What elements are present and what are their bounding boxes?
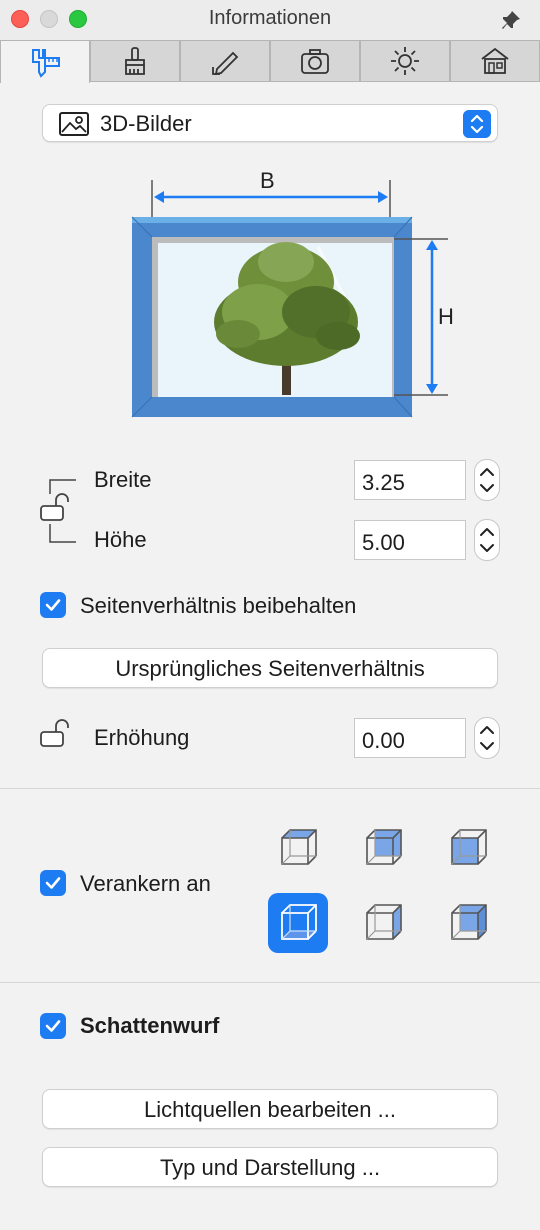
keep-ratio-label: Seitenverhältnis beibehalten [80, 593, 357, 618]
edit-lights-button[interactable]: Lichtquellen bearbeiten ... [42, 1089, 498, 1129]
width-stepper[interactable] [474, 459, 500, 501]
separator [0, 982, 540, 983]
anchor-bottom-center-button[interactable] [353, 893, 413, 953]
anchor-top-left-button[interactable] [268, 818, 328, 878]
width-label: Breite [94, 467, 152, 492]
tab-edit[interactable] [180, 40, 270, 82]
height-field[interactable]: 5.00 [354, 520, 466, 560]
cube-left-right-icon [451, 904, 487, 940]
anchor-top-right-button[interactable] [438, 818, 498, 878]
chevron-updown-icon [463, 110, 491, 138]
cube-front-icon [451, 829, 487, 865]
pencil-icon [212, 51, 239, 76]
object-type-select[interactable]: 3D-Bilder [42, 104, 498, 142]
title-bar: Informationen [0, 0, 540, 38]
height-dimension-label: H [438, 304, 454, 329]
original-ratio-button[interactable]: Ursprüngliches Seitenverhältnis [42, 648, 498, 688]
elevation-stepper[interactable] [474, 717, 500, 759]
checkmark-icon [45, 599, 61, 611]
width-field[interactable]: 3.25 [354, 460, 466, 500]
height-label: Höhe [94, 527, 147, 552]
tab-building[interactable] [450, 40, 540, 82]
separator [0, 788, 540, 789]
link-lock-icon[interactable] [36, 472, 86, 546]
type-display-button[interactable]: Typ und Darstellung ... [42, 1147, 498, 1187]
tab-camera[interactable] [270, 40, 360, 82]
window-title: Informationen [208, 7, 332, 29]
object-type-label: 3D-Bilder [100, 111, 192, 136]
anchor-top-center-button[interactable] [353, 818, 413, 878]
picture-dimension-diagram: B H [131, 168, 454, 418]
caliper-ruler-icon [32, 49, 60, 78]
shadow-label: Schattenwurf [80, 1013, 220, 1038]
cube-back-icon [366, 829, 402, 865]
sun-icon [391, 47, 419, 75]
pin-icon[interactable] [500, 9, 522, 31]
image-icon [59, 112, 89, 136]
cube-right-icon [366, 904, 402, 940]
tab-dimensions[interactable] [0, 40, 90, 83]
brush-icon [125, 47, 145, 75]
house-icon [481, 47, 509, 74]
unlock-icon[interactable] [38, 718, 78, 752]
width-dimension-label: B [260, 168, 275, 193]
checkmark-icon [45, 877, 61, 889]
anchor-bottom-left-button[interactable] [268, 893, 328, 953]
elevation-field[interactable]: 0.00 [354, 718, 466, 758]
anchor-label: Verankern an [80, 871, 211, 896]
shadow-checkbox[interactable] [40, 1013, 66, 1039]
tab-light[interactable] [360, 40, 450, 82]
tab-materials[interactable] [90, 40, 180, 82]
anchor-checkbox[interactable] [40, 870, 66, 896]
camera-icon [301, 49, 329, 74]
tab-bar [0, 38, 540, 83]
anchor-bottom-right-button[interactable] [438, 893, 498, 953]
elevation-label: Erhöhung [94, 725, 190, 750]
height-stepper[interactable] [474, 519, 500, 561]
keep-ratio-checkbox[interactable] [40, 592, 66, 618]
checkmark-icon [45, 1020, 61, 1032]
cube-bottom-icon [281, 904, 317, 940]
cube-top-icon [281, 829, 317, 865]
